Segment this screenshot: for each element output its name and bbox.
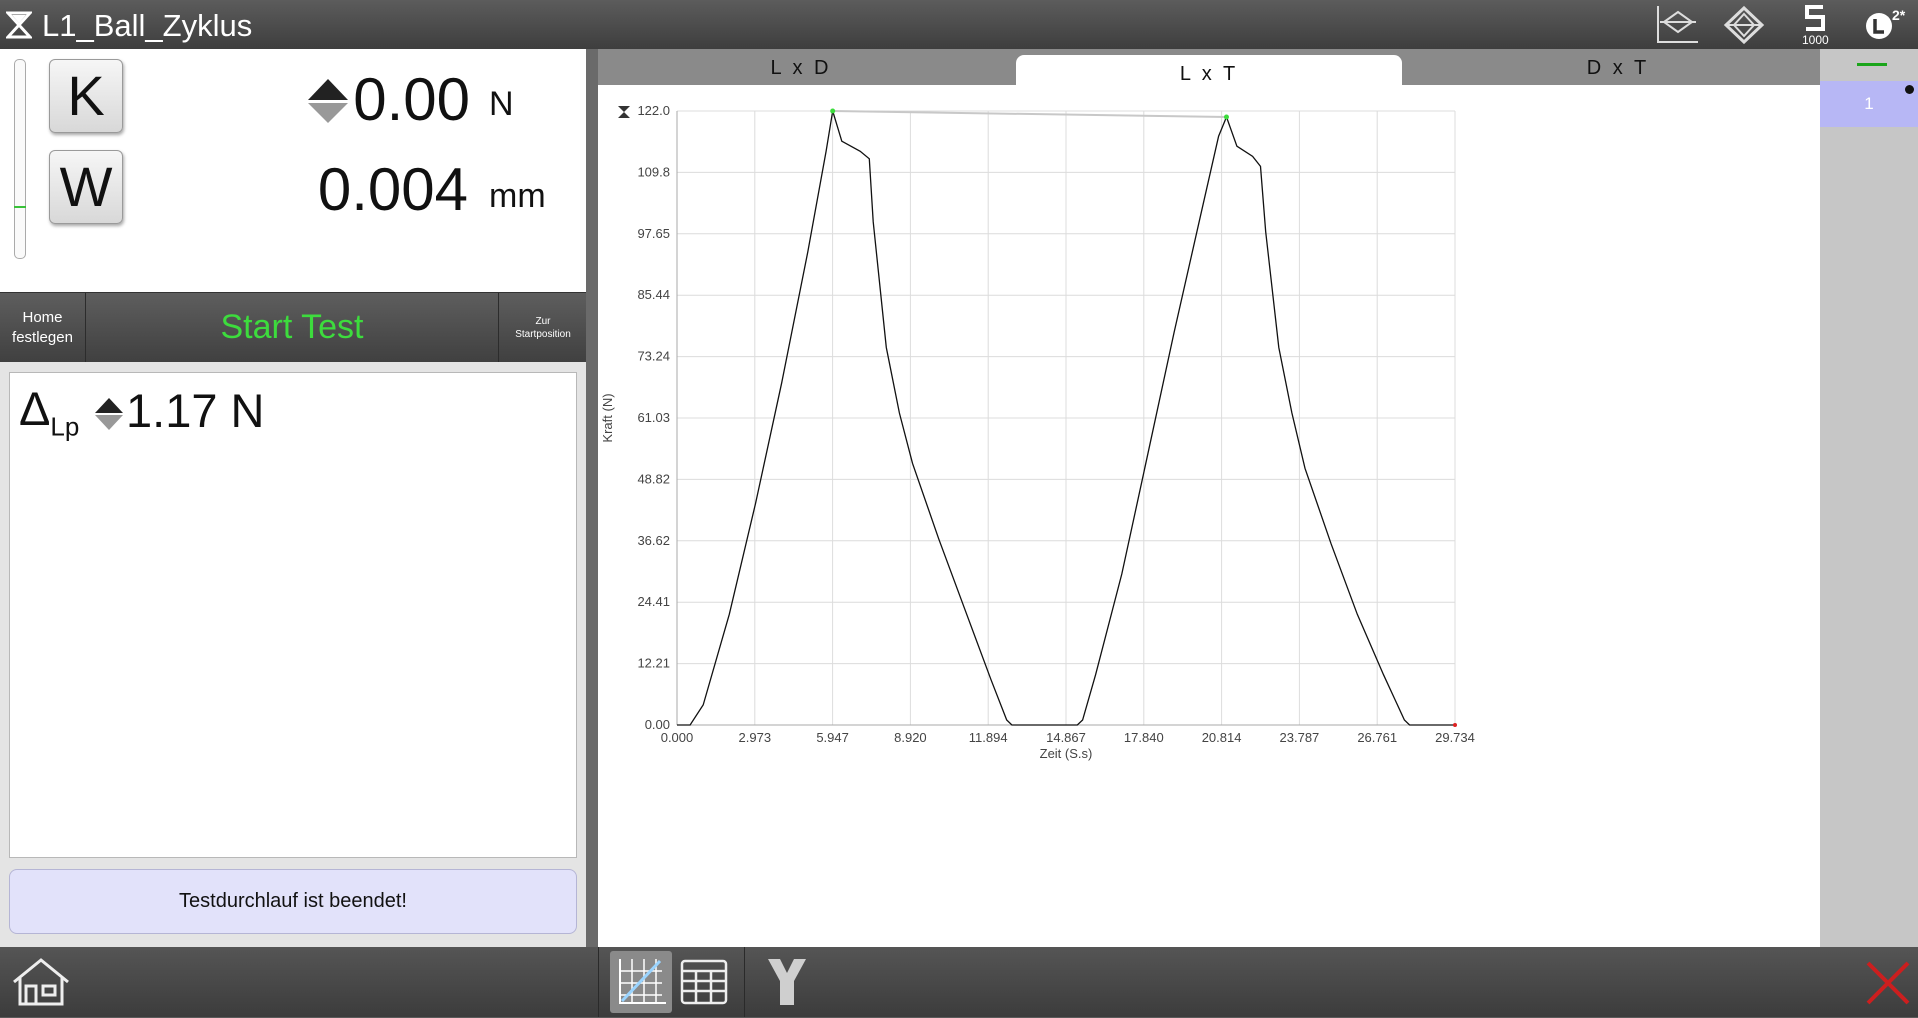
chart-tabs: L x D L x T D x T bbox=[598, 49, 1820, 89]
delta-label: ΔLp bbox=[19, 381, 79, 442]
sample-list-item-label: 1 bbox=[1864, 94, 1874, 113]
distance-unit: mm bbox=[489, 177, 546, 215]
readout-panel: K W 0.00 N 0.004 mm bbox=[0, 49, 586, 292]
app-title: L1_Ball_Zyklus bbox=[42, 8, 253, 43]
diamond-measure-icon[interactable] bbox=[1722, 4, 1766, 46]
x-tick-label: 17.840 bbox=[1124, 730, 1164, 745]
peak-point bbox=[1223, 114, 1229, 120]
close-icon[interactable] bbox=[1864, 959, 1912, 1007]
start-test-button[interactable]: Start Test bbox=[86, 293, 498, 362]
title-bar: L1_Ball_Zyklus 1000 2* bbox=[0, 0, 1918, 50]
speed-value: 1000 bbox=[1802, 33, 1829, 47]
y-tick-label: 73.24 bbox=[637, 349, 670, 364]
bottom-toolbar bbox=[0, 947, 1918, 1017]
peak-connector-line bbox=[832, 110, 1227, 119]
distance-zero-button[interactable]: W bbox=[49, 150, 123, 224]
force-unit: N bbox=[489, 85, 514, 123]
position-slider-marker bbox=[14, 206, 26, 208]
sample-list: 1 bbox=[1820, 49, 1918, 947]
y-tick-label: 122.0 bbox=[637, 103, 670, 118]
set-home-label-2: festlegen bbox=[12, 328, 73, 346]
y-tick-label: 0.00 bbox=[645, 717, 670, 732]
delta-subscript: Lp bbox=[50, 411, 80, 442]
y-tick-label: 24.41 bbox=[637, 594, 670, 609]
y-tick-label: 12.21 bbox=[637, 656, 670, 671]
x-tick-label: 29.734 bbox=[1435, 730, 1475, 745]
tab-d-x-t[interactable]: D x T bbox=[1416, 49, 1820, 87]
table-view-icon[interactable] bbox=[680, 959, 728, 1005]
hourglass-icon bbox=[6, 11, 32, 39]
peak-point bbox=[830, 108, 836, 114]
sample-button[interactable]: 2* bbox=[1862, 4, 1910, 46]
distance-value: 0.004 bbox=[317, 156, 468, 223]
set-home-label-1: Home bbox=[22, 308, 63, 326]
home-icon[interactable] bbox=[10, 956, 72, 1008]
to-start-label-1: Zur bbox=[535, 315, 551, 327]
x-tick-label: 23.787 bbox=[1280, 730, 1320, 745]
speed-s-icon bbox=[1805, 5, 1825, 31]
sample-label: 2* bbox=[1892, 7, 1906, 23]
force-zero-button[interactable]: K bbox=[49, 59, 123, 133]
bottom-separator bbox=[744, 947, 745, 1017]
control-bar: Home festlegen Start Test Zur Startposit… bbox=[0, 292, 586, 363]
chart-view-button[interactable] bbox=[610, 951, 672, 1013]
y-tick-label: 61.03 bbox=[637, 410, 670, 425]
tab-l-x-t[interactable]: L x T bbox=[1016, 55, 1402, 89]
sample-active-dot bbox=[1905, 85, 1914, 94]
end-point bbox=[1453, 723, 1457, 727]
force-value: 0.00 bbox=[353, 66, 470, 133]
tab-l-x-d[interactable]: L x D bbox=[598, 49, 1004, 87]
y-tick-label: 97.65 bbox=[637, 226, 670, 241]
status-message: Testdurchlauf ist beendet! bbox=[9, 869, 577, 934]
delta-direction-icon bbox=[95, 398, 123, 430]
to-start-label-2: Startposition bbox=[515, 328, 571, 340]
set-home-button[interactable]: Home festlegen bbox=[0, 293, 86, 362]
y-axis-label: Kraft (N) bbox=[600, 393, 615, 442]
results-area: ΔLp 1.17 N Testdurchlauf ist beendet! bbox=[0, 362, 586, 947]
chart-grid-icon bbox=[619, 959, 666, 1004]
y-tick-label: 48.82 bbox=[637, 471, 670, 486]
x-axis-label: Zeit (S.s) bbox=[1040, 746, 1093, 761]
force-direction-icon bbox=[308, 79, 348, 123]
x-tick-label: 20.814 bbox=[1202, 730, 1242, 745]
x-tick-label: 14.867 bbox=[1046, 730, 1086, 745]
y-tick-label: 36.62 bbox=[637, 533, 670, 548]
x-tick-label: 2.973 bbox=[739, 730, 772, 745]
y-tick-label: 109.8 bbox=[637, 164, 670, 179]
panel-divider[interactable] bbox=[586, 49, 598, 947]
l-circle-icon bbox=[1866, 13, 1892, 39]
to-start-position-button[interactable]: Zur Startposition bbox=[498, 293, 587, 362]
y-tick-label: 85.44 bbox=[637, 287, 670, 302]
x-tick-label: 0.000 bbox=[661, 730, 694, 745]
sample-list-item[interactable]: 1 bbox=[1820, 81, 1918, 127]
chart-panel: 0.000 2.973 5.947 8.920 11.894 14.867 17.840 20… bbox=[598, 85, 1820, 947]
delta-value: 1.17 N bbox=[126, 384, 265, 437]
fork-tool-icon[interactable] bbox=[764, 957, 810, 1007]
x-tick-label: 8.920 bbox=[894, 730, 927, 745]
delta-symbol: Δ bbox=[19, 382, 51, 435]
force-time-chart[interactable]: 0.000 2.973 5.947 8.920 11.894 14.867 17.840 20… bbox=[598, 85, 1820, 947]
bottom-separator bbox=[598, 947, 599, 1017]
x-tick-label: 26.761 bbox=[1357, 730, 1397, 745]
max-marker-icon bbox=[618, 106, 630, 118]
results-box: ΔLp 1.17 N bbox=[9, 372, 577, 858]
x-tick-label: 5.947 bbox=[816, 730, 849, 745]
position-slider[interactable] bbox=[14, 59, 26, 259]
curve-color-indicator bbox=[1857, 63, 1887, 66]
speed-button[interactable]: 1000 bbox=[1800, 4, 1840, 47]
axis-chart-icon[interactable] bbox=[1652, 4, 1702, 46]
x-tick-label: 11.894 bbox=[969, 730, 1008, 745]
